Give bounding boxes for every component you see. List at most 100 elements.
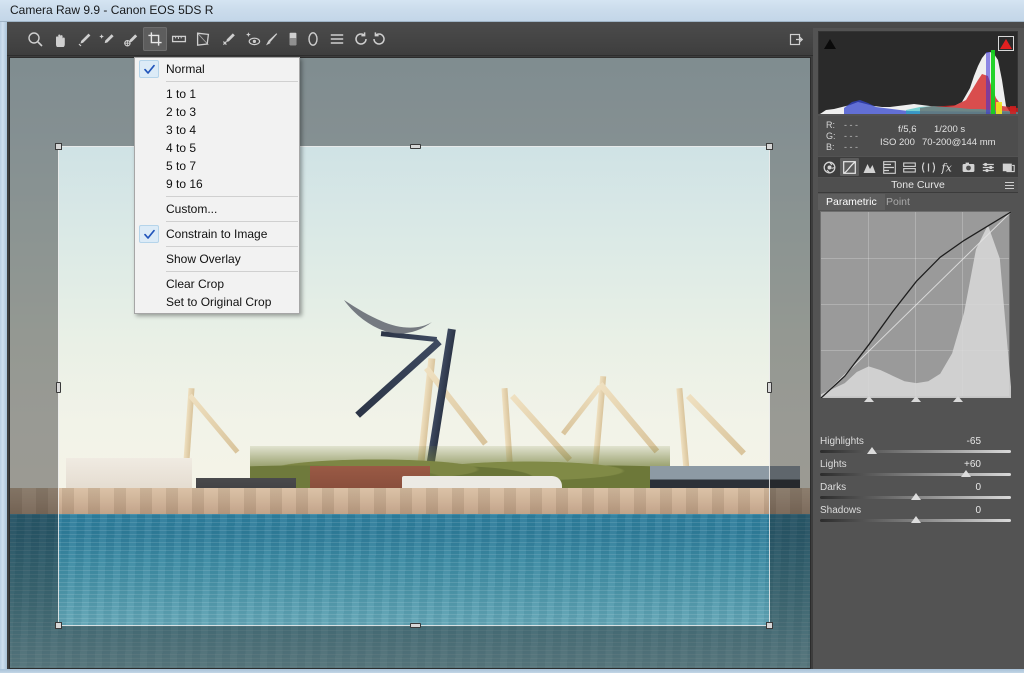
crop-handle-top-center[interactable] [410,144,421,149]
crop-handle-bottom-center[interactable] [410,623,421,628]
highlight-clipping-indicator[interactable] [998,36,1014,51]
menu-separator [166,246,298,247]
tab-effects[interactable]: fx [939,158,958,176]
highlights-slider-knob[interactable] [867,447,878,454]
crop-dim-top [10,58,810,146]
tone-curve-chart[interactable] [820,211,1011,402]
histogram[interactable] [818,31,1018,114]
g-label: G: [826,131,836,141]
tab-lens-corrections[interactable] [920,158,939,176]
shadows-slider[interactable]: Shadows 0 [820,505,1011,528]
tab-tone-curve[interactable] [839,158,859,176]
curve-tab-bar: Parametric Point [818,194,1018,210]
r-label: R: [826,120,835,130]
menu-item-label: 2 to 3 [166,105,197,119]
menu-item-label: Normal [166,62,205,76]
crop-dim-left [10,146,58,626]
color-sampler-tool[interactable] [95,27,119,51]
tab-basic[interactable] [820,158,839,176]
spot-removal-tool[interactable] [217,27,241,51]
lens-value: 70-200@144 mm [922,137,996,148]
menu-item-2-to-3[interactable]: 2 to 3 [135,103,299,121]
menu-separator [166,271,298,272]
shadows-slider-value: 0 [975,505,981,516]
menu-item-show-overlay[interactable]: Show Overlay [135,250,299,268]
highlights-slider-value: -65 [966,436,981,447]
crop-handle-bottom-left[interactable] [55,622,62,629]
menu-item-constrain-to-image[interactable]: Constrain to Image [135,225,299,243]
radial-filter-tool[interactable] [301,27,325,51]
transform-tool[interactable] [191,27,215,51]
lights-slider-label: Lights [820,459,847,470]
tab-detail[interactable] [860,158,879,176]
menu-item-label: 4 to 5 [166,141,197,155]
lights-slider-track[interactable] [820,473,1011,476]
highlights-slider-track[interactable] [820,450,1011,453]
crop-handle-bottom-right[interactable] [766,622,773,629]
darks-slider-label: Darks [820,482,847,493]
preferences-tool[interactable] [325,27,349,51]
tab-snapshots[interactable] [999,158,1018,176]
tab-camera-calibration[interactable] [959,158,978,176]
crop-handle-top-left[interactable] [55,143,62,150]
crop-handle-middle-left[interactable] [56,382,61,393]
curve-region-handle-2[interactable] [911,396,921,402]
aperture-value: f/5,6 [898,124,917,135]
shadows-slider-knob[interactable] [910,516,921,523]
tab-point[interactable]: Point [878,194,918,210]
menu-item-5-to-7[interactable]: 5 to 7 [135,157,299,175]
straighten-tool[interactable] [167,27,191,51]
menu-item-1-to-1[interactable]: 1 to 1 [135,85,299,103]
darks-slider-knob[interactable] [910,493,921,500]
toggle-filmstrip-icon[interactable] [784,27,808,51]
tab-split-toning[interactable] [900,158,919,176]
panel-menu-icon[interactable] [1005,182,1014,189]
crop-handle-middle-right[interactable] [767,382,772,393]
shadow-clipping-indicator[interactable] [822,36,838,51]
hand-tool[interactable] [47,27,71,51]
image-canvas[interactable] [9,57,811,669]
menu-item-custom[interactable]: Custom... [135,200,299,218]
tab-parametric[interactable]: Parametric [818,194,885,210]
crop-dim-right [770,146,810,626]
darks-slider[interactable]: Darks 0 [820,482,1011,505]
targeted-adjustment-tool[interactable] [119,27,143,51]
menu-item-label: Constrain to Image [166,227,268,241]
crop-handle-top-right[interactable] [766,143,773,150]
menu-item-label: Show Overlay [166,252,241,266]
iso-value: ISO 200 [880,137,915,148]
menu-item-normal[interactable]: Normal [135,60,299,78]
rotate-right-tool[interactable] [367,27,391,51]
lights-slider-knob[interactable] [961,470,972,477]
crop-aspect-menu[interactable]: Normal 1 to 1 2 to 3 3 to 4 4 to 5 5 to 7 9 to… [134,57,300,314]
checkmark-icon [139,60,159,78]
curve-region-handle-3[interactable] [953,396,963,402]
adjustment-brush-tool[interactable] [259,27,283,51]
camera-raw-window: Camera Raw 9.9 - Canon EOS 5DS R Normal … [0,0,1024,673]
menu-item-clear-crop[interactable]: Clear Crop [135,275,299,293]
highlights-slider[interactable]: Highlights -65 [820,436,1011,459]
lights-slider[interactable]: Lights +60 [820,459,1011,482]
menu-separator [166,196,298,197]
window-title: Camera Raw 9.9 - Canon EOS 5DS R [10,3,214,17]
tab-presets[interactable] [979,158,998,176]
darks-slider-value: 0 [975,482,981,493]
menu-item-label: Custom... [166,202,218,216]
zoom-tool[interactable] [23,27,47,51]
panel-title: Tone Curve [818,178,1018,193]
r-value: - - - [844,120,858,130]
curve-region-handle-1[interactable] [864,396,874,402]
menu-item-4-to-5[interactable]: 4 to 5 [135,139,299,157]
menu-item-set-to-original-crop[interactable]: Set to Original Crop [135,293,299,311]
tab-hsl-grayscale[interactable] [880,158,899,176]
crop-tool[interactable] [143,27,167,51]
b-value: - - - [844,142,858,152]
menu-item-3-to-4[interactable]: 3 to 4 [135,121,299,139]
crop-dim-bottom [10,626,810,668]
menu-separator [166,81,298,82]
menu-item-label: 3 to 4 [166,123,197,137]
window-bottom-border [0,669,1024,673]
shadows-slider-label: Shadows [820,505,862,516]
menu-item-9-to-16[interactable]: 9 to 16 [135,175,299,193]
white-balance-tool[interactable] [71,27,95,51]
